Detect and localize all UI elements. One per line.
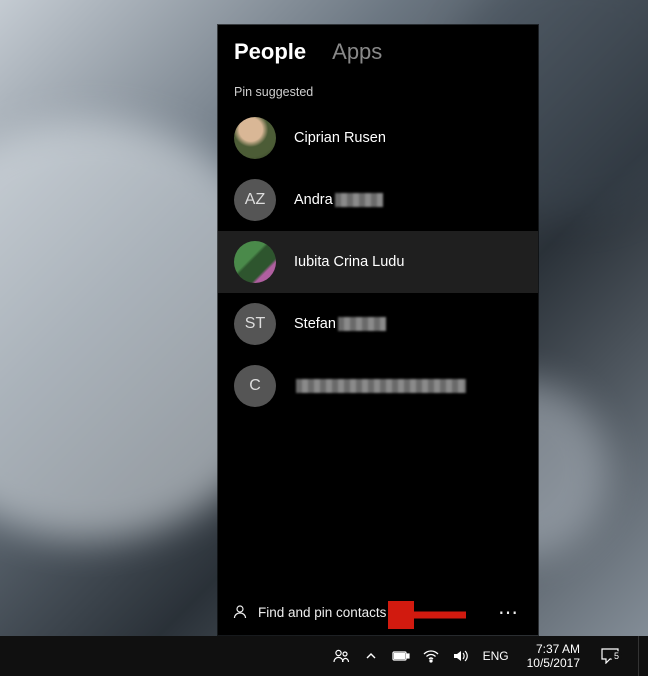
panel-footer: Find and pin contacts ⋯	[218, 589, 538, 635]
clock[interactable]: 7:37 AM 10/5/2017	[521, 642, 586, 670]
tab-bar: People Apps	[218, 25, 538, 75]
avatar: ST	[234, 303, 276, 345]
tab-people[interactable]: People	[234, 39, 306, 65]
section-label: Pin suggested	[218, 75, 538, 107]
contact-name: Ciprian Rusen	[294, 130, 386, 146]
action-center-badge: 5	[611, 651, 622, 662]
redacted-text	[296, 379, 466, 393]
contact-name	[294, 378, 466, 394]
tray-overflow-chevron-icon[interactable]	[361, 646, 381, 666]
avatar: AZ	[234, 179, 276, 221]
avatar	[234, 241, 276, 283]
action-center-button[interactable]: 5	[596, 648, 624, 664]
language-indicator[interactable]: ENG	[481, 649, 511, 663]
show-desktop-button[interactable]	[638, 636, 644, 676]
wifi-icon[interactable]	[421, 646, 441, 666]
person-icon	[232, 604, 248, 620]
avatar: C	[234, 365, 276, 407]
contact-row[interactable]: AZ Andra	[218, 169, 538, 231]
clock-time: 7:37 AM	[536, 642, 580, 656]
contact-row[interactable]: Ciprian Rusen	[218, 107, 538, 169]
more-options-button[interactable]: ⋯	[494, 600, 524, 625]
contact-row[interactable]: Iubita Crina Ludu	[218, 231, 538, 293]
volume-icon[interactable]	[451, 646, 471, 666]
contact-name: Stefan	[294, 316, 386, 332]
contact-name: Andra	[294, 192, 383, 208]
contact-row[interactable]: C	[218, 355, 538, 417]
redacted-text	[335, 193, 383, 207]
redacted-text	[338, 317, 386, 331]
suggested-contacts-list: Ciprian Rusen AZ Andra Iubita Crina Ludu…	[218, 107, 538, 417]
battery-icon[interactable]	[391, 646, 411, 666]
avatar	[234, 117, 276, 159]
system-tray: ENG 7:37 AM 10/5/2017 5	[331, 636, 644, 676]
contact-row[interactable]: ST Stefan	[218, 293, 538, 355]
people-flyout: People Apps Pin suggested Ciprian Rusen …	[218, 25, 538, 635]
find-and-pin-contacts-label: Find and pin contacts	[258, 605, 386, 620]
clock-date: 10/5/2017	[527, 656, 580, 670]
people-taskbar-button[interactable]	[331, 646, 351, 666]
tab-apps[interactable]: Apps	[332, 39, 382, 65]
find-and-pin-contacts-button[interactable]: Find and pin contacts	[232, 604, 386, 620]
taskbar: ENG 7:37 AM 10/5/2017 5	[0, 636, 648, 676]
contact-name: Iubita Crina Ludu	[294, 254, 404, 270]
panel-spacer	[218, 417, 538, 589]
